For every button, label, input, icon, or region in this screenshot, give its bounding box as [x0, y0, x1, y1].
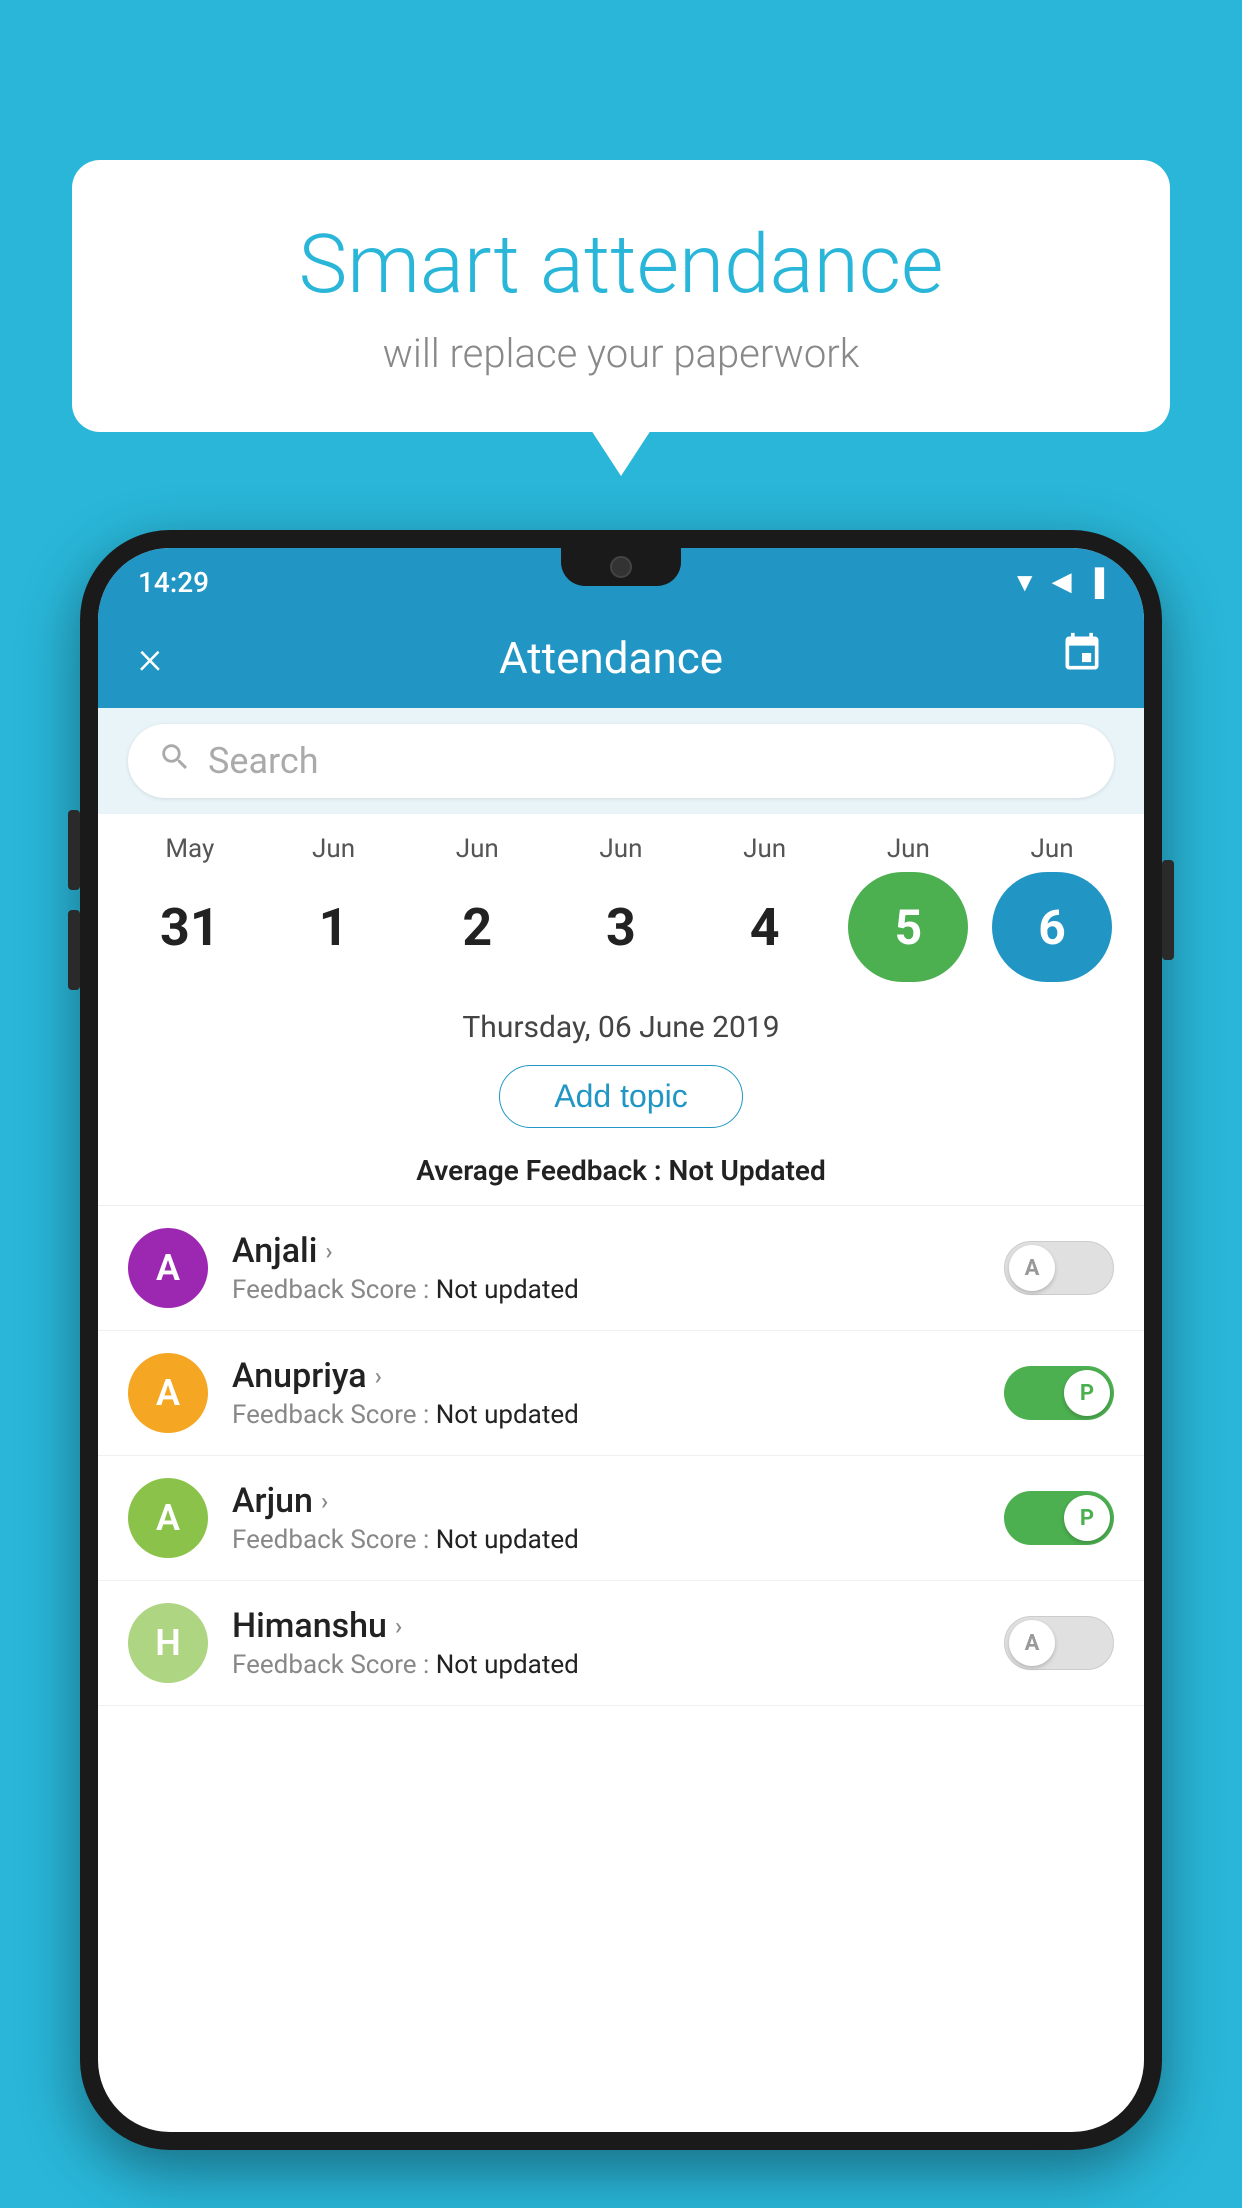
- student-name-himanshu: Himanshu ›: [232, 1606, 980, 1646]
- speech-bubble: Smart attendance will replace your paper…: [72, 160, 1170, 432]
- volume-up-button[interactable]: [68, 810, 80, 890]
- toggle-knob-anjali: A: [1009, 1245, 1055, 1291]
- student-item-anjali[interactable]: A Anjali › Feedback Score : Not updated: [98, 1206, 1144, 1331]
- student-feedback-himanshu: Feedback Score : Not updated: [232, 1650, 980, 1680]
- status-time: 14:29: [138, 566, 209, 599]
- speech-bubble-title: Smart attendance: [132, 220, 1110, 310]
- status-icons: ▼ ◀ ▐: [1012, 567, 1104, 598]
- calendar-section: May Jun Jun Jun Jun Jun Jun 31 1 2 3 4: [98, 814, 1144, 992]
- student-info-anjali: Anjali › Feedback Score : Not updated: [232, 1231, 980, 1305]
- calendar-date-today[interactable]: 5: [848, 872, 968, 982]
- student-item-arjun[interactable]: A Arjun › Feedback Score : Not updated: [98, 1456, 1144, 1581]
- chevron-icon-anupriya: ›: [375, 1362, 382, 1390]
- toggle-anjali[interactable]: A: [1004, 1241, 1114, 1295]
- calendar-month-6[interactable]: Jun: [992, 834, 1112, 864]
- student-info-anupriya: Anupriya › Feedback Score : Not updated: [232, 1356, 980, 1430]
- search-placeholder: Search: [208, 740, 319, 782]
- toggle-knob-anupriya: P: [1064, 1370, 1110, 1416]
- app-bar-title: Attendance: [162, 632, 1060, 684]
- avatar-arjun: A: [128, 1478, 208, 1558]
- speech-bubble-container: Smart attendance will replace your paper…: [72, 160, 1170, 432]
- toggle-anupriya[interactable]: P: [1004, 1366, 1114, 1420]
- student-list: A Anjali › Feedback Score : Not updated: [98, 1205, 1144, 1706]
- calendar-month-1[interactable]: Jun: [274, 834, 394, 864]
- chevron-icon-himanshu: ›: [395, 1612, 402, 1640]
- average-feedback: Average Feedback : Not Updated: [98, 1146, 1144, 1205]
- student-name-arjun: Arjun ›: [232, 1481, 980, 1521]
- toggle-knob-arjun: P: [1064, 1495, 1110, 1541]
- phone-screen: 14:29 ▼ ◀ ▐ × Attendance: [98, 548, 1144, 2132]
- student-info-himanshu: Himanshu › Feedback Score : Not updated: [232, 1606, 980, 1680]
- search-container: Search: [98, 708, 1144, 814]
- calendar-month-5[interactable]: Jun: [848, 834, 968, 864]
- battery-icon: ▐: [1086, 567, 1104, 598]
- student-name-anupriya: Anupriya ›: [232, 1356, 980, 1396]
- avatar-himanshu: H: [128, 1603, 208, 1683]
- signal-icon: ◀: [1052, 567, 1072, 597]
- chevron-icon-anjali: ›: [325, 1237, 332, 1265]
- power-button[interactable]: [1162, 860, 1174, 960]
- chevron-icon-arjun: ›: [321, 1487, 328, 1515]
- toggle-knob-himanshu: A: [1009, 1620, 1055, 1666]
- student-feedback-anjali: Feedback Score : Not updated: [232, 1275, 980, 1305]
- calendar-date-1[interactable]: 1: [274, 872, 394, 982]
- phone-outer: 14:29 ▼ ◀ ▐ × Attendance: [80, 530, 1162, 2150]
- avg-feedback-value: Not Updated: [669, 1154, 826, 1187]
- phone-frame: 14:29 ▼ ◀ ▐ × Attendance: [80, 530, 1162, 2208]
- calendar-icon[interactable]: [1060, 631, 1104, 685]
- calendar-date-0[interactable]: 31: [130, 872, 250, 982]
- search-bar[interactable]: Search: [128, 724, 1114, 798]
- add-topic-container: Add topic: [98, 1059, 1144, 1146]
- avg-feedback-label: Average Feedback :: [416, 1154, 668, 1187]
- calendar-date-2[interactable]: 2: [417, 872, 537, 982]
- calendar-month-2[interactable]: Jun: [417, 834, 537, 864]
- avatar-anupriya: A: [128, 1353, 208, 1433]
- calendar-date-4[interactable]: 4: [705, 872, 825, 982]
- add-topic-button[interactable]: Add topic: [499, 1065, 742, 1128]
- calendar-date-selected[interactable]: 6: [992, 872, 1112, 982]
- phone-notch: [561, 548, 681, 586]
- calendar-month-3[interactable]: Jun: [561, 834, 681, 864]
- search-icon: [158, 740, 192, 783]
- toggle-arjun[interactable]: P: [1004, 1491, 1114, 1545]
- student-item-himanshu[interactable]: H Himanshu › Feedback Score : Not update…: [98, 1581, 1144, 1706]
- student-feedback-arjun: Feedback Score : Not updated: [232, 1525, 980, 1555]
- student-item-anupriya[interactable]: A Anupriya › Feedback Score : Not update…: [98, 1331, 1144, 1456]
- app-bar: × Attendance: [98, 608, 1144, 708]
- calendar-date-3[interactable]: 3: [561, 872, 681, 982]
- student-info-arjun: Arjun › Feedback Score : Not updated: [232, 1481, 980, 1555]
- student-name-anjali: Anjali ›: [232, 1231, 980, 1271]
- calendar-months: May Jun Jun Jun Jun Jun Jun: [98, 834, 1144, 864]
- volume-down-button[interactable]: [68, 910, 80, 990]
- student-feedback-anupriya: Feedback Score : Not updated: [232, 1400, 980, 1430]
- front-camera: [610, 556, 632, 578]
- date-label: Thursday, 06 June 2019: [98, 992, 1144, 1059]
- close-button[interactable]: ×: [138, 631, 162, 685]
- avatar-anjali: A: [128, 1228, 208, 1308]
- wifi-icon: ▼: [1012, 567, 1038, 598]
- calendar-month-4[interactable]: Jun: [705, 834, 825, 864]
- calendar-dates: 31 1 2 3 4 5 6: [98, 872, 1144, 982]
- calendar-month-0[interactable]: May: [130, 834, 250, 864]
- toggle-himanshu[interactable]: A: [1004, 1616, 1114, 1670]
- speech-bubble-subtitle: will replace your paperwork: [132, 330, 1110, 377]
